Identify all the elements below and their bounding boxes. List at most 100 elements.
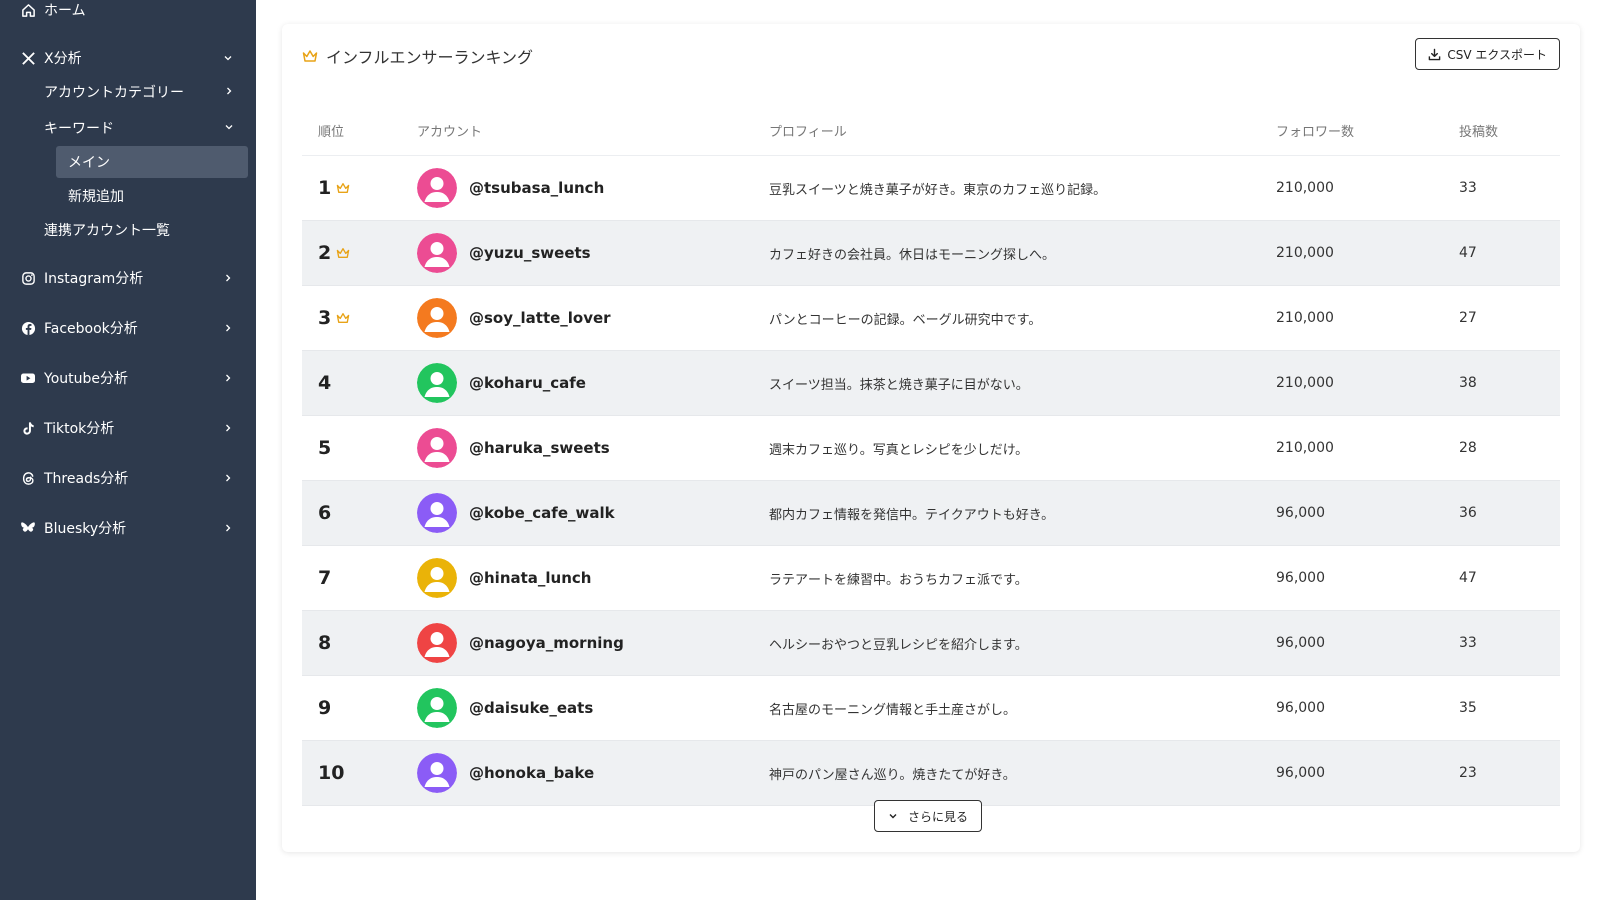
bluesky-icon <box>20 520 36 536</box>
sidebar-item-home[interactable]: ホーム <box>20 0 234 22</box>
rank-cell: 4 <box>302 372 417 394</box>
rank-number: 8 <box>318 632 332 654</box>
table-header: 順位 アカウント プロフィール フォロワー数 投稿数 <box>302 106 1560 156</box>
tiktok-icon <box>20 420 36 436</box>
followers-count: 96,000 <box>1276 700 1325 716</box>
rank-number: 9 <box>318 697 332 719</box>
sidebar-item-label: Youtube分析 <box>44 371 128 387</box>
sidebar-item-facebook[interactable]: Facebook分析 <box>20 316 234 340</box>
profile-text: 豆乳スイーツと焼き菓子が好き。東京のカフェ巡り記録。 <box>769 182 1107 198</box>
followers-count: 96,000 <box>1276 570 1325 586</box>
rank-number: 6 <box>318 502 332 524</box>
sidebar-item-youtube[interactable]: Youtube分析 <box>20 366 234 390</box>
account-handle[interactable]: @koharu_cafe <box>469 374 586 392</box>
youtube-icon <box>20 370 36 386</box>
csv-export-label: CSV エクスポート <box>1447 47 1547 62</box>
table-row[interactable]: 6 @kobe_cafe_walk 都内カフェ情報を発信中。テイクアウトも好き。 96… <box>302 481 1560 546</box>
avatar <box>417 363 457 403</box>
avatar <box>417 623 457 663</box>
account-handle[interactable]: @kobe_cafe_walk <box>469 504 615 522</box>
rank-number: 2 <box>318 242 332 264</box>
sidebar-item-keyword-new[interactable]: 新規追加 <box>68 184 124 208</box>
account-cell: @tsubasa_lunch <box>417 168 769 208</box>
rank-number: 1 <box>318 177 332 199</box>
account-cell: @haruka_sweets <box>417 428 769 468</box>
rank-number: 5 <box>318 437 332 459</box>
crown-icon <box>336 247 350 259</box>
csv-export-button[interactable]: CSV エクスポート <box>1415 38 1560 70</box>
account-cell: @hinata_lunch <box>417 558 769 598</box>
sidebar-item-label: X分析 <box>44 51 82 67</box>
sidebar-item-label: Facebook分析 <box>44 321 138 337</box>
download-icon <box>1428 48 1441 61</box>
account-cell: @daisuke_eats <box>417 688 769 728</box>
table-row[interactable]: 9 @daisuke_eats 名古屋のモーニング情報と手土産さがし。 96,000 3… <box>302 676 1560 741</box>
sidebar-item-label: Instagram分析 <box>44 271 144 287</box>
avatar <box>417 168 457 208</box>
account-handle[interactable]: @haruka_sweets <box>469 439 610 457</box>
crown-icon <box>302 49 318 63</box>
instagram-icon <box>20 270 36 286</box>
account-cell: @yuzu_sweets <box>417 233 769 273</box>
chevron-right-icon <box>222 372 234 384</box>
table-row[interactable]: 1 @tsubasa_lunch 豆乳スイーツと焼き菓子が好き。東京のカフェ巡り記録… <box>302 156 1560 221</box>
chevron-right-icon <box>222 522 234 534</box>
account-handle[interactable]: @tsubasa_lunch <box>469 179 604 197</box>
account-handle[interactable]: @daisuke_eats <box>469 699 593 717</box>
account-cell: @koharu_cafe <box>417 363 769 403</box>
account-handle[interactable]: @honoka_bake <box>469 764 594 782</box>
rank-cell: 8 <box>302 632 417 654</box>
avatar <box>417 688 457 728</box>
posts-count: 35 <box>1459 700 1477 716</box>
card-title-text: インフルエンサーランキング <box>326 48 534 67</box>
ranking-table: 順位 アカウント プロフィール フォロワー数 投稿数 1 @tsubasa_lun… <box>302 106 1560 806</box>
rank-cell: 9 <box>302 697 417 719</box>
account-cell: @honoka_bake <box>417 753 769 793</box>
column-header-rank: 順位 <box>318 125 345 140</box>
sidebar-item-bluesky[interactable]: Bluesky分析 <box>20 516 234 540</box>
table-row[interactable]: 8 @nagoya_morning ヘルシーおやつと豆乳レシピを紹介します。 96,0… <box>302 611 1560 676</box>
table-row[interactable]: 4 @koharu_cafe スイーツ担当。抹茶と焼き菓子に目がない。 210,000… <box>302 351 1560 416</box>
table-row[interactable]: 5 @haruka_sweets 週末カフェ巡り。写真とレシピを少しだけ。 210,0… <box>302 416 1560 481</box>
table-row[interactable]: 2 @yuzu_sweets カフェ好きの会社員。休日はモーニング探しへ。 210,0… <box>302 221 1560 286</box>
sidebar-item-threads[interactable]: Threads分析 <box>20 466 234 490</box>
posts-count: 33 <box>1459 180 1477 196</box>
table-row[interactable]: 7 @hinata_lunch ラテアートを練習中。おうちカフェ派です。 96,000… <box>302 546 1560 611</box>
profile-text: 神戸のパン屋さん巡り。焼きたてが好き。 <box>769 767 1016 783</box>
table-row[interactable]: 3 @soy_latte_lover パンとコーヒーの記録。ベーグル研究中です。 21… <box>302 286 1560 351</box>
rank-cell: 3 <box>302 307 417 329</box>
column-header-profile: プロフィール <box>769 125 847 140</box>
avatar <box>417 493 457 533</box>
sidebar-item-instagram[interactable]: Instagram分析 <box>20 266 234 290</box>
chevron-down-icon <box>222 52 234 64</box>
sidebar-item-linked-accounts[interactable]: 連携アカウント一覧 <box>44 218 234 242</box>
column-header-posts: 投稿数 <box>1459 125 1499 140</box>
sidebar-item-keyword[interactable]: キーワード <box>44 116 234 140</box>
followers-count: 210,000 <box>1276 375 1334 391</box>
account-handle[interactable]: @yuzu_sweets <box>469 244 591 262</box>
account-handle[interactable]: @nagoya_morning <box>469 634 624 652</box>
chevron-right-icon <box>224 84 234 100</box>
sidebar-item-label: ホーム <box>44 3 86 19</box>
posts-count: 28 <box>1459 440 1477 456</box>
table-row[interactable]: 10 @honoka_bake 神戸のパン屋さん巡り。焼きたてが好き。 96,000 2… <box>302 741 1560 806</box>
sidebar-item-label: Tiktok分析 <box>44 421 115 437</box>
chevron-down-icon <box>224 120 234 136</box>
sidebar-item-x[interactable]: X分析 <box>20 46 234 70</box>
account-handle[interactable]: @hinata_lunch <box>469 569 591 587</box>
rank-cell: 5 <box>302 437 417 459</box>
sidebar-item-tiktok[interactable]: Tiktok分析 <box>20 416 234 440</box>
crown-icon <box>336 182 350 194</box>
account-handle[interactable]: @soy_latte_lover <box>469 309 611 327</box>
show-more-button[interactable]: さらに見る <box>874 800 982 832</box>
rank-number: 3 <box>318 307 332 329</box>
sidebar-item-label: アカウントカテゴリー <box>44 85 184 101</box>
posts-count: 47 <box>1459 570 1477 586</box>
facebook-icon <box>20 320 36 336</box>
rank-number: 10 <box>318 762 345 784</box>
chevron-right-icon <box>222 472 234 484</box>
posts-count: 23 <box>1459 765 1477 781</box>
rank-cell: 2 <box>302 242 417 264</box>
sidebar-item-account-category[interactable]: アカウントカテゴリー <box>44 80 234 104</box>
ranking-card: インフルエンサーランキング CSV エクスポート 順位 アカウント プロフィール… <box>282 24 1580 852</box>
